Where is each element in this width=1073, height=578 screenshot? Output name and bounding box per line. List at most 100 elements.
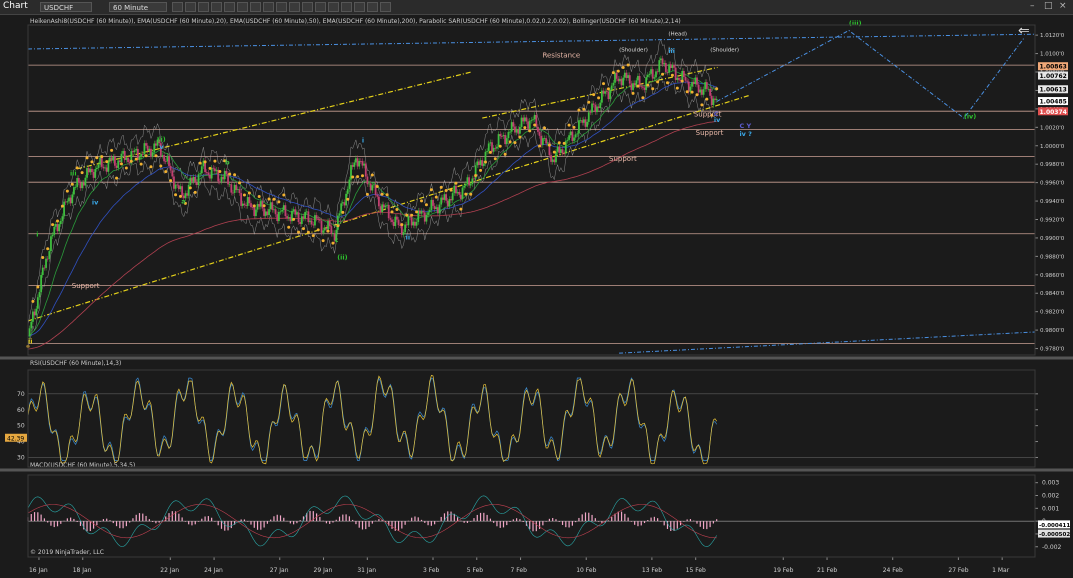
wave-label: iii	[70, 170, 77, 178]
candle-body	[127, 157, 129, 162]
candle-body	[540, 135, 543, 145]
macd-bar	[122, 521, 124, 529]
sar-dot	[429, 188, 433, 192]
sar-dot	[326, 229, 330, 233]
candle-body	[133, 150, 136, 153]
sar-dot	[346, 197, 350, 201]
macd-bar	[496, 521, 498, 527]
toolbar-button-12[interactable]	[315, 2, 326, 12]
toolbar-button-1[interactable]	[172, 2, 183, 12]
instrument-selector[interactable]: USDCHF	[40, 2, 92, 12]
candle-body	[555, 151, 557, 163]
x-tick-label: 29 Jan	[314, 567, 333, 574]
macd-bar	[630, 521, 633, 522]
chart-area[interactable]: 1.0120'01.0100'01.0080'01.0060'01.0040'0…	[0, 15, 1073, 578]
macd-bar	[253, 521, 255, 528]
candle-body	[681, 70, 684, 81]
toolbar-button-15[interactable]	[354, 2, 365, 12]
sar-dot	[670, 73, 674, 77]
macd-bar	[227, 521, 229, 531]
candle-body	[200, 166, 203, 174]
candle-body	[169, 165, 172, 171]
candle-body	[487, 143, 490, 151]
candle-body	[600, 90, 603, 103]
candle-body	[150, 148, 152, 157]
rsi-tick-label: 60	[17, 407, 25, 414]
candle-body	[104, 167, 106, 169]
toolbar-button-5[interactable]	[224, 2, 235, 12]
sar-dot	[424, 203, 428, 207]
sar-dot	[498, 144, 502, 148]
sar-dot	[360, 174, 364, 178]
candle-body	[632, 83, 634, 90]
sar-dot	[503, 152, 507, 156]
candle-body	[660, 58, 662, 61]
macd-bar	[348, 516, 350, 522]
candle-body	[312, 224, 315, 226]
maximize-icon[interactable]: □	[1044, 1, 1053, 11]
sar-dot	[695, 93, 699, 97]
toolbar-button-9[interactable]	[276, 2, 287, 12]
macd-bar	[578, 517, 580, 522]
macd-bar	[598, 521, 600, 522]
sar-dot	[46, 247, 50, 251]
sar-dot	[336, 224, 340, 228]
toolbar-button-17[interactable]	[380, 2, 391, 12]
sar-dot	[311, 234, 315, 238]
sar-dot	[493, 157, 497, 161]
macd-bar	[220, 521, 223, 529]
wave-label: i	[36, 231, 38, 239]
timeframe-selector[interactable]: 60 Minute	[109, 2, 167, 12]
candle-body	[294, 209, 297, 215]
toolbar-button-16[interactable]	[367, 2, 378, 12]
macd-bar	[555, 519, 557, 522]
candle-body	[640, 86, 643, 88]
candle-body	[269, 202, 272, 210]
macd-bar	[96, 521, 98, 526]
toolbar-button-13[interactable]	[328, 2, 339, 12]
toolbar-button-3[interactable]	[198, 2, 209, 12]
minimize-icon[interactable]: –	[1030, 1, 1035, 11]
candle-body	[233, 184, 236, 194]
candle-body	[268, 209, 270, 216]
candle-body	[499, 134, 502, 137]
toolbar-button-8[interactable]	[263, 2, 274, 12]
candle-body	[412, 221, 415, 226]
toolbar-button-2[interactable]	[185, 2, 196, 12]
candle-body	[356, 158, 359, 167]
candle-body	[478, 161, 480, 165]
candle-body	[50, 236, 52, 252]
chart-background	[0, 15, 1073, 578]
candle-body	[296, 212, 298, 215]
toolbar-button-4[interactable]	[211, 2, 222, 12]
candle-body	[179, 186, 182, 190]
candle-body	[517, 128, 520, 134]
sar-dot	[557, 141, 561, 145]
macd-bar	[427, 521, 429, 526]
sar-dot	[562, 141, 566, 145]
toolbar-button-7[interactable]	[250, 2, 261, 12]
candle-body	[197, 174, 200, 186]
candle-body	[361, 161, 364, 166]
toolbar-button-6[interactable]	[237, 2, 248, 12]
candle-body	[420, 211, 423, 214]
candle-body	[240, 193, 243, 206]
macd-bar	[716, 519, 718, 522]
candle-body	[323, 227, 326, 231]
toolbar-button-14[interactable]	[341, 2, 352, 12]
sar-dot	[370, 173, 374, 177]
toolbar-button-11[interactable]	[302, 2, 313, 12]
toolbar-button-10[interactable]	[289, 2, 300, 12]
candle-body	[386, 204, 388, 206]
macd-bar	[375, 520, 377, 522]
macd-bar	[309, 510, 311, 522]
candle-body	[77, 178, 80, 183]
close-icon[interactable]: ×	[1059, 1, 1067, 11]
x-tick-label: 15 Feb	[686, 567, 706, 574]
candle-body	[453, 185, 456, 194]
macd-bar	[437, 520, 439, 522]
macd-bar	[50, 521, 52, 526]
sar-dot	[651, 87, 655, 91]
candle-body	[163, 155, 165, 162]
macd-bar	[509, 521, 511, 522]
